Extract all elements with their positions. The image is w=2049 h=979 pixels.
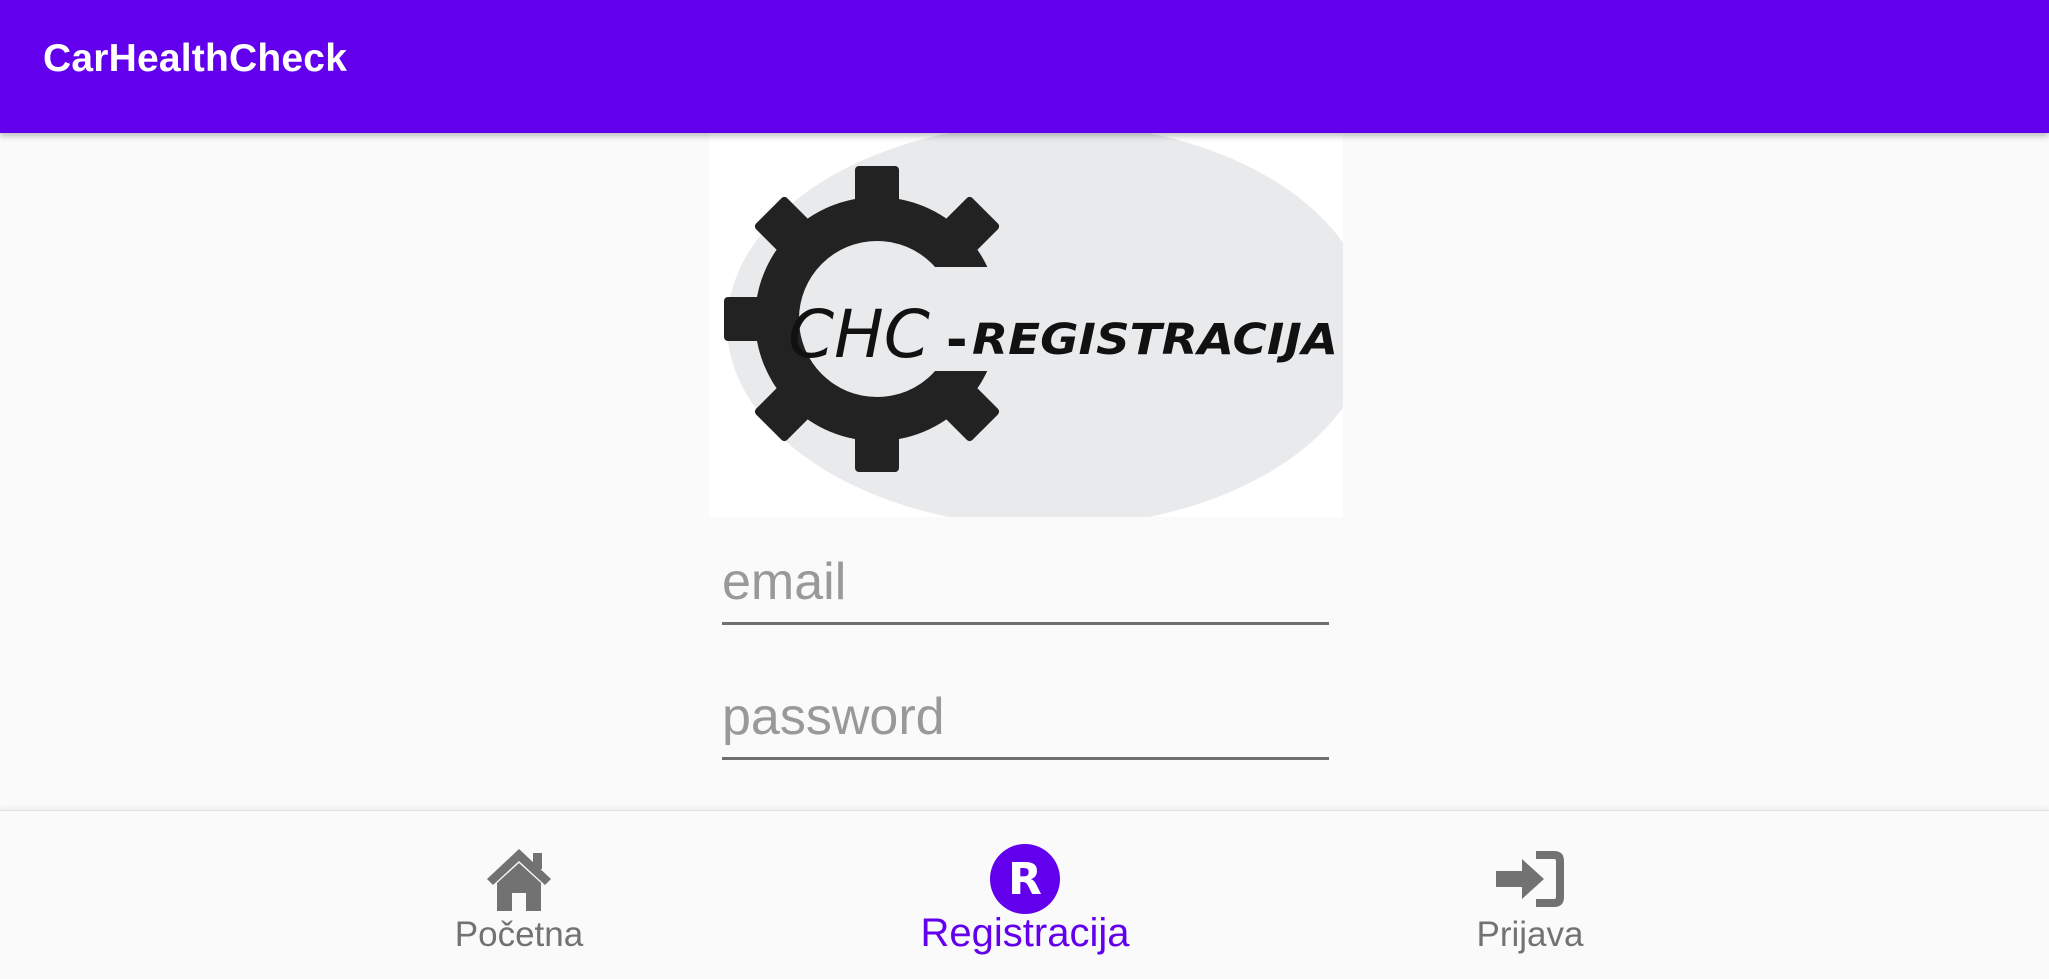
logo-dash: -	[946, 310, 968, 370]
logo-brand-text: CHC	[788, 296, 930, 373]
nav-label-login: Prijava	[1476, 915, 1584, 954]
app-bar: CarHealthCheck	[0, 0, 2049, 133]
logo-graphic: CHC - REGISTRACIJA	[724, 133, 1343, 517]
nav-item-login[interactable]: Prijava	[1380, 811, 1680, 979]
email-field[interactable]	[722, 552, 1329, 622]
nav-item-register[interactable]: R Registracija	[875, 811, 1175, 979]
chc-registration-logo: CHC - REGISTRACIJA	[709, 133, 1343, 517]
home-icon	[487, 849, 551, 911]
svg-text:R: R	[1008, 854, 1042, 905]
password-field-wrapper	[722, 687, 1329, 760]
registration-content: CHC - REGISTRACIJA	[0, 133, 2049, 810]
app-title: CarHealthCheck	[43, 37, 348, 80]
nav-item-home[interactable]: Početna	[369, 811, 669, 979]
nav-label-home: Početna	[454, 915, 584, 954]
bottom-navigation: Početna R Registracija Prijava	[0, 810, 2049, 979]
nav-label-register: Registracija	[920, 911, 1130, 955]
sign-in-icon	[1496, 851, 1564, 907]
password-field[interactable]	[722, 687, 1329, 757]
register-r-icon: R	[990, 844, 1060, 914]
logo-subtitle: REGISTRACIJA	[972, 315, 1338, 365]
email-field-wrapper	[722, 552, 1329, 625]
